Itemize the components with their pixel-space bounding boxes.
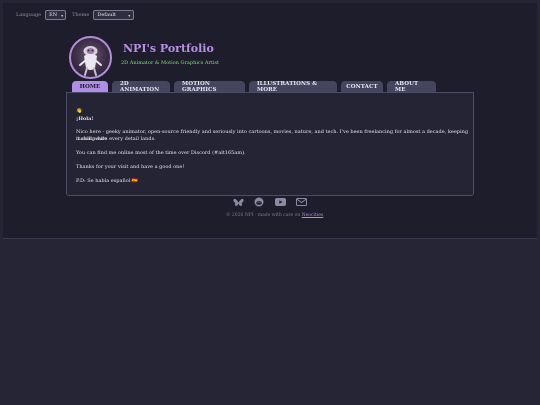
thanks-paragraph: Thanks for your visit and have a good on… bbox=[76, 164, 185, 170]
tab-2d-animation[interactable]: 2D ANIMATION bbox=[112, 81, 170, 93]
theme-select[interactable]: Default ▾ bbox=[93, 10, 135, 20]
tab-contact[interactable]: CONTACT bbox=[341, 81, 383, 92]
youtube-icon[interactable] bbox=[274, 197, 286, 207]
social-links bbox=[232, 197, 307, 207]
wave-emoji: 👋 bbox=[76, 108, 83, 114]
main-tabs: HOME 2D ANIMATION MOTION GRAPHICS ILLUST… bbox=[72, 81, 436, 93]
theme-value: Default bbox=[97, 12, 116, 18]
language-value: EN bbox=[49, 12, 58, 18]
page-subtitle: 2D Animator & Motion Graphics Artist bbox=[121, 60, 220, 66]
chevron-down-icon: ▾ bbox=[128, 12, 131, 18]
footer-credits: © 2026 NPI · made with care on Neocities bbox=[226, 213, 323, 218]
avatar-illustration bbox=[79, 46, 102, 76]
spanish-note: P.D: Se habla español 🇪🇸 bbox=[76, 178, 138, 185]
butterfly-icon[interactable] bbox=[232, 197, 244, 207]
neocities-link[interactable]: Neocities bbox=[302, 213, 324, 218]
spain-flag-icon: 🇪🇸 bbox=[131, 178, 139, 184]
spanish-note-text: P.D: Se habla español bbox=[76, 178, 131, 184]
reddit-icon[interactable] bbox=[253, 197, 265, 207]
footer-copyright: © 2026 NPI · made with care on bbox=[226, 213, 301, 218]
mail-icon[interactable] bbox=[295, 197, 307, 207]
tab-about-me[interactable]: ABOUT ME bbox=[387, 81, 436, 93]
theme-label: Theme bbox=[72, 12, 90, 18]
page-title: NPI's Portfolio bbox=[123, 42, 214, 55]
chevron-down-icon: ▾ bbox=[61, 12, 64, 18]
intro-paragraph-line-2: making sure every detail lands. bbox=[76, 136, 156, 142]
tab-motion-graphics[interactable]: MOTION GRAPHICS bbox=[174, 81, 245, 93]
language-select[interactable]: EN ▾ bbox=[45, 10, 67, 20]
content-panel: 👋 ¡Hola! Nico here - geeky animator, ope… bbox=[66, 92, 474, 196]
discord-paragraph: You can find me online most of the time … bbox=[76, 150, 246, 156]
greeting-heading: ¡Hola! bbox=[76, 116, 94, 122]
tab-illustrations[interactable]: ILLUSTRATIONS & MORE bbox=[249, 81, 337, 93]
tab-home[interactable]: HOME bbox=[72, 81, 108, 92]
language-label: Language bbox=[16, 12, 42, 18]
avatar bbox=[69, 36, 112, 79]
settings-bar: Language EN ▾ Theme Default ▾ bbox=[16, 9, 135, 21]
